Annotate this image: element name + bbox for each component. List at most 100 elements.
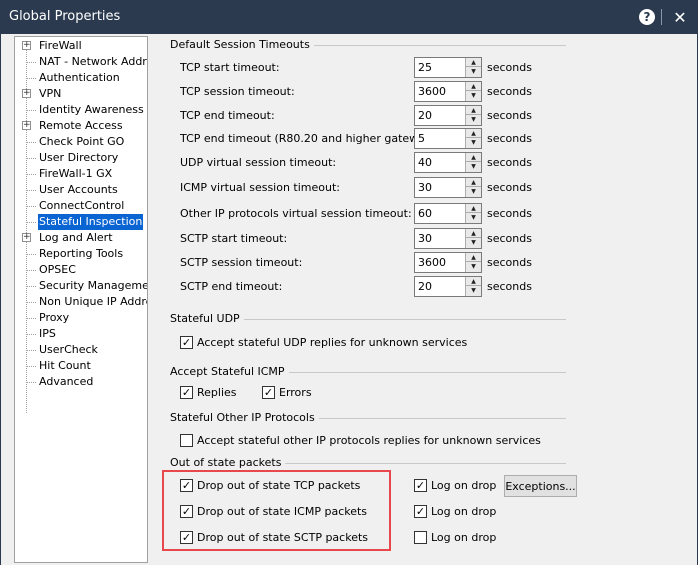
spin-up-icon[interactable]: ▲ xyxy=(466,253,481,262)
tree-item[interactable]: Reporting Tools xyxy=(15,246,147,262)
spin-buttons: ▲ ▼ xyxy=(465,253,481,272)
tree-item[interactable]: + Log and Alert xyxy=(15,230,147,246)
tree-connector xyxy=(27,190,36,191)
spin-up-icon[interactable]: ▲ xyxy=(466,129,481,138)
log-tcp-checkbox[interactable]: ✓ Log on drop xyxy=(414,477,496,493)
icmp-errors-label: Errors xyxy=(279,385,312,399)
timeout-spinbox[interactable]: 60 ▲ ▼ xyxy=(414,203,482,224)
tree-item[interactable]: NAT - Network Addres xyxy=(15,54,147,70)
tree-connector xyxy=(27,366,36,367)
spin-down-icon[interactable]: ▼ xyxy=(466,91,481,100)
tree-item[interactable]: Identity Awareness xyxy=(15,102,147,118)
tree-item[interactable]: Authentication xyxy=(15,70,147,86)
spin-up-icon[interactable]: ▲ xyxy=(466,82,481,91)
tree-item[interactable]: User Directory xyxy=(15,150,147,166)
tree-item-label: VPN xyxy=(39,87,62,100)
log-sctp-checkbox[interactable]: Log on drop xyxy=(414,529,496,545)
icmp-errors-checkbox[interactable]: ✓ Errors xyxy=(262,384,312,400)
timeout-unit: seconds xyxy=(487,85,532,98)
spin-up-icon[interactable]: ▲ xyxy=(466,204,481,213)
spin-up-icon[interactable]: ▲ xyxy=(466,229,481,238)
timeout-label: TCP end timeout (R80.20 and higher gatew… xyxy=(180,132,446,145)
spin-down-icon[interactable]: ▼ xyxy=(466,67,481,76)
spin-buttons: ▲ ▼ xyxy=(465,178,481,197)
timeouts-group-title: Default Session Timeouts xyxy=(170,38,314,51)
tree-item[interactable]: Hit Count xyxy=(15,358,147,374)
help-icon: ? xyxy=(639,9,655,25)
tree-item[interactable]: Proxy xyxy=(15,310,147,326)
timeout-spinbox[interactable]: 30 ▲ ▼ xyxy=(414,228,482,249)
close-button[interactable]: ✕ xyxy=(670,7,690,27)
tree-item[interactable]: OPSEC xyxy=(15,262,147,278)
tree-item[interactable]: User Accounts xyxy=(15,182,147,198)
tree-connector xyxy=(27,382,36,383)
timeout-unit: seconds xyxy=(487,156,532,169)
tree-item-label: Advanced xyxy=(39,375,94,388)
timeout-spinbox[interactable]: 5 ▲ ▼ xyxy=(414,128,482,149)
accept-udp-checkbox[interactable]: ✓ Accept stateful UDP replies for unknow… xyxy=(180,334,467,350)
spin-up-icon[interactable]: ▲ xyxy=(466,178,481,187)
timeout-unit: seconds xyxy=(487,207,532,220)
log-icmp-checkbox[interactable]: ✓ Log on drop xyxy=(414,503,496,519)
spin-down-icon[interactable]: ▼ xyxy=(466,238,481,247)
spin-up-icon[interactable]: ▲ xyxy=(466,58,481,67)
spin-up-icon[interactable]: ▲ xyxy=(466,277,481,286)
timeout-spinbox[interactable]: 20 ▲ ▼ xyxy=(414,276,482,297)
expand-icon[interactable]: + xyxy=(22,89,31,98)
tree-connector xyxy=(27,110,36,111)
tree-connector xyxy=(27,158,36,159)
accept-udp-check-icon: ✓ xyxy=(180,335,193,349)
log-tcp-check-icon: ✓ xyxy=(414,478,427,492)
tree-item[interactable]: FireWall-1 GX xyxy=(15,166,147,182)
tree-item-label: Check Point GO xyxy=(39,135,125,148)
timeout-spinbox[interactable]: 25 ▲ ▼ xyxy=(414,57,482,78)
spin-buttons: ▲ ▼ xyxy=(465,153,481,172)
spin-down-icon[interactable]: ▼ xyxy=(466,162,481,171)
accept-other-checkbox[interactable]: Accept stateful other IP protocols repli… xyxy=(180,432,541,448)
tree-item[interactable]: IPS xyxy=(15,326,147,342)
tree-item[interactable]: Non Unique IP Addres xyxy=(15,294,147,310)
tree-item[interactable]: Check Point GO xyxy=(15,134,147,150)
tree-item-label: Stateful Inspection xyxy=(38,214,144,230)
expand-icon[interactable]: + xyxy=(22,41,31,50)
expand-icon[interactable]: + xyxy=(22,233,31,242)
spin-down-icon[interactable]: ▼ xyxy=(466,115,481,124)
timeout-spinbox[interactable]: 40 ▲ ▼ xyxy=(414,152,482,173)
tree-item[interactable]: Security Management , xyxy=(15,278,147,294)
spin-down-icon[interactable]: ▼ xyxy=(466,138,481,147)
spin-up-icon[interactable]: ▲ xyxy=(466,153,481,162)
tree-connector xyxy=(27,254,36,255)
timeout-spinbox[interactable]: 3600 ▲ ▼ xyxy=(414,81,482,102)
spin-down-icon[interactable]: ▼ xyxy=(466,213,481,222)
tree-connector xyxy=(27,142,36,143)
tree-item[interactable]: + VPN xyxy=(15,86,147,102)
tree-item[interactable]: + Remote Access xyxy=(15,118,147,134)
tree-connector xyxy=(27,174,36,175)
tree-item[interactable]: UserCheck xyxy=(15,342,147,358)
tree-item[interactable]: ConnectControl xyxy=(15,198,147,214)
timeout-unit: seconds xyxy=(487,181,532,194)
icmp-group-rule xyxy=(276,372,566,373)
icmp-replies-checkbox[interactable]: ✓ Replies xyxy=(180,384,237,400)
spin-down-icon[interactable]: ▼ xyxy=(466,262,481,271)
spin-down-icon[interactable]: ▼ xyxy=(466,187,481,196)
log-icmp-label: Log on drop xyxy=(431,504,497,518)
log-sctp-label: Log on drop xyxy=(431,530,497,544)
spin-down-icon[interactable]: ▼ xyxy=(466,286,481,295)
tree-item[interactable]: Advanced xyxy=(15,374,147,390)
properties-tree[interactable]: + FireWall NAT - Network Addres Authenticat… xyxy=(14,36,148,563)
timeout-label: Other IP protocols virtual session timeo… xyxy=(180,207,412,220)
expand-icon[interactable]: + xyxy=(22,121,31,130)
timeout-spinbox[interactable]: 30 ▲ ▼ xyxy=(414,177,482,198)
tree-connector xyxy=(27,302,36,303)
other-group-title: Stateful Other IP Protocols xyxy=(170,411,319,424)
timeout-spinbox[interactable]: 3600 ▲ ▼ xyxy=(414,252,482,273)
tree-item[interactable]: Stateful Inspection xyxy=(15,214,147,230)
log-sctp-check-icon xyxy=(414,530,427,544)
spin-up-icon[interactable]: ▲ xyxy=(466,106,481,115)
help-button[interactable]: ? xyxy=(637,7,657,27)
accept-udp-label: Accept stateful UDP replies for unknown … xyxy=(197,335,468,349)
tree-item[interactable]: + FireWall xyxy=(15,38,147,54)
timeout-spinbox[interactable]: 20 ▲ ▼ xyxy=(414,105,482,126)
exceptions-button[interactable]: Exceptions... xyxy=(504,475,577,497)
